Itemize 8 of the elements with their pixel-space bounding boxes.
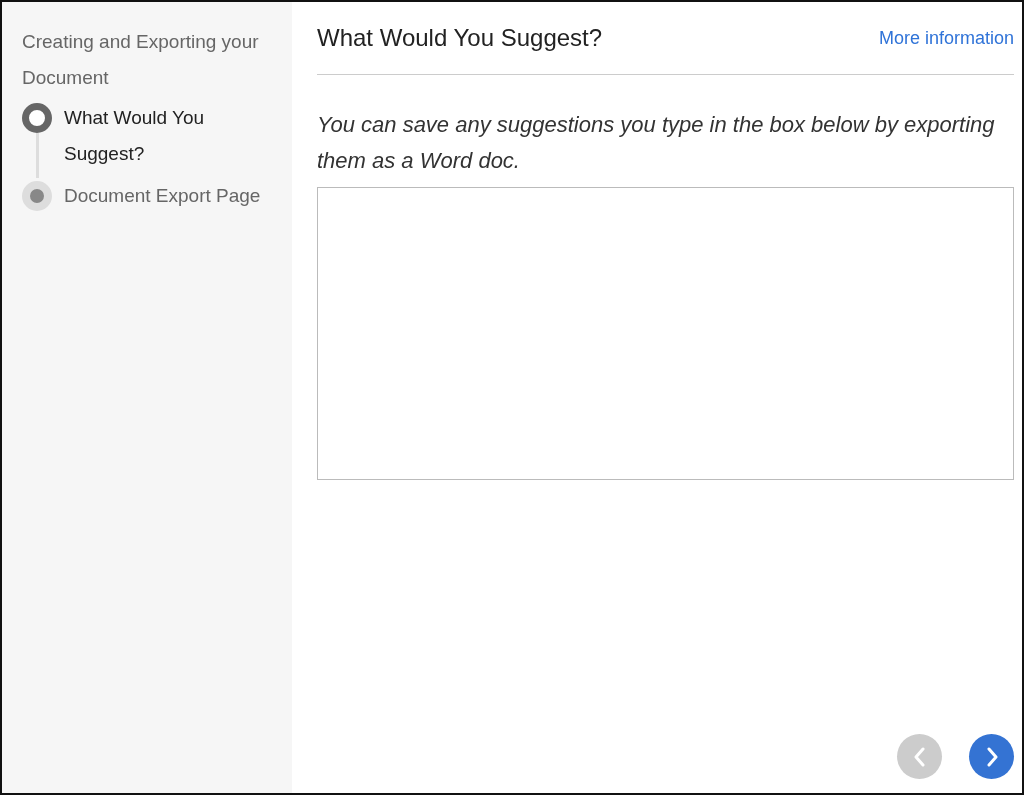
suggestions-field[interactable] (317, 187, 1014, 480)
step-link[interactable]: Document Export Page (64, 178, 261, 220)
sidebar-title: Creating and Exporting your Document (22, 30, 260, 90)
more-information-link[interactable]: More information (878, 27, 1014, 49)
page-title: What Would You Suggest? (317, 24, 603, 52)
instructions-text: You can save any suggestions you type in the box below by exporting them as a Word doc. (317, 111, 996, 175)
next-button[interactable] (969, 734, 1014, 779)
step-link[interactable]: What Would You Suggest? (64, 100, 272, 178)
